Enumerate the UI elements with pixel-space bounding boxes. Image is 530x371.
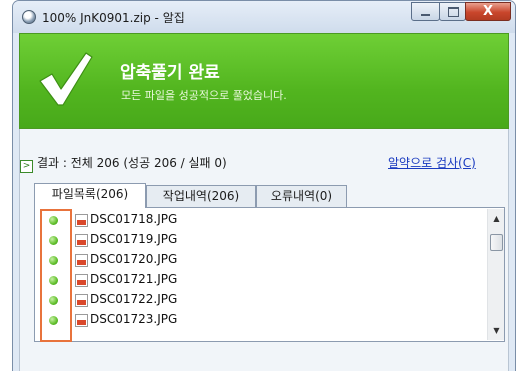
scan-with-alyac-link[interactable]: 알약으로 검사(C) (388, 154, 476, 171)
scroll-up-arrow-icon[interactable]: ▲ (488, 211, 504, 227)
file-name: DSC01718.JPG (90, 212, 178, 226)
close-button[interactable]: X (465, 2, 511, 21)
completion-banner: 압축풀기 완료 모든 파일을 성공적으로 풀었습니다. (19, 33, 509, 129)
jpg-file-icon (75, 274, 88, 287)
close-icon: X (482, 4, 494, 19)
file-name: DSC01721.JPG (90, 272, 178, 286)
minimize-button[interactable] (411, 2, 440, 21)
jpg-file-icon (75, 214, 88, 227)
tab-file-list[interactable]: 파일목록(206) (34, 183, 146, 208)
scroll-down-arrow-icon[interactable]: ▼ (488, 323, 504, 339)
list-item[interactable]: DSC01719.JPG (35, 230, 475, 250)
banner-subtitle: 모든 파일을 성공적으로 풀었습니다. (121, 89, 287, 102)
file-name: DSC01719.JPG (90, 232, 178, 246)
window-title: 100% JnK0901.zip - 알집 (42, 11, 185, 25)
file-list[interactable]: DSC01718.JPG DSC01719.JPG DSC01720.JPG D… (34, 207, 505, 342)
jpg-file-icon (75, 254, 88, 267)
vertical-scrollbar[interactable]: ▲ ▼ (487, 209, 504, 340)
result-summary: > 결과 : 전체 206 (성공 206 / 실패 0) (20, 154, 227, 173)
banner-title: 압축풀기 완료 (120, 63, 220, 83)
jpg-file-icon (75, 234, 88, 247)
tab-work-history[interactable]: 작업내역(206) (146, 185, 256, 207)
maximize-button[interactable] (439, 2, 466, 21)
file-name: DSC01720.JPG (90, 252, 178, 266)
status-column-highlight (40, 209, 72, 342)
checkmark-icon (39, 52, 93, 106)
title-bar[interactable]: 100% JnK0901.zip - 알집 X (13, 1, 515, 33)
list-item[interactable]: DSC01720.JPG (35, 250, 475, 270)
tab-error-history[interactable]: 오류내역(0) (256, 185, 347, 207)
jpg-file-icon (75, 314, 88, 327)
alzip-app-icon (22, 10, 36, 24)
file-name: DSC01722.JPG (90, 292, 178, 306)
list-item[interactable]: DSC01723.JPG (35, 310, 475, 330)
list-item[interactable]: DSC01718.JPG (35, 210, 475, 230)
scroll-thumb[interactable] (490, 234, 503, 251)
file-name: DSC01723.JPG (90, 312, 178, 326)
arrow-right-icon: > (20, 160, 33, 173)
list-item[interactable]: DSC01722.JPG (35, 290, 475, 310)
result-text: 결과 : 전체 206 (성공 206 / 실패 0) (37, 156, 227, 170)
jpg-file-icon (75, 294, 88, 307)
list-item[interactable]: DSC01721.JPG (35, 270, 475, 290)
